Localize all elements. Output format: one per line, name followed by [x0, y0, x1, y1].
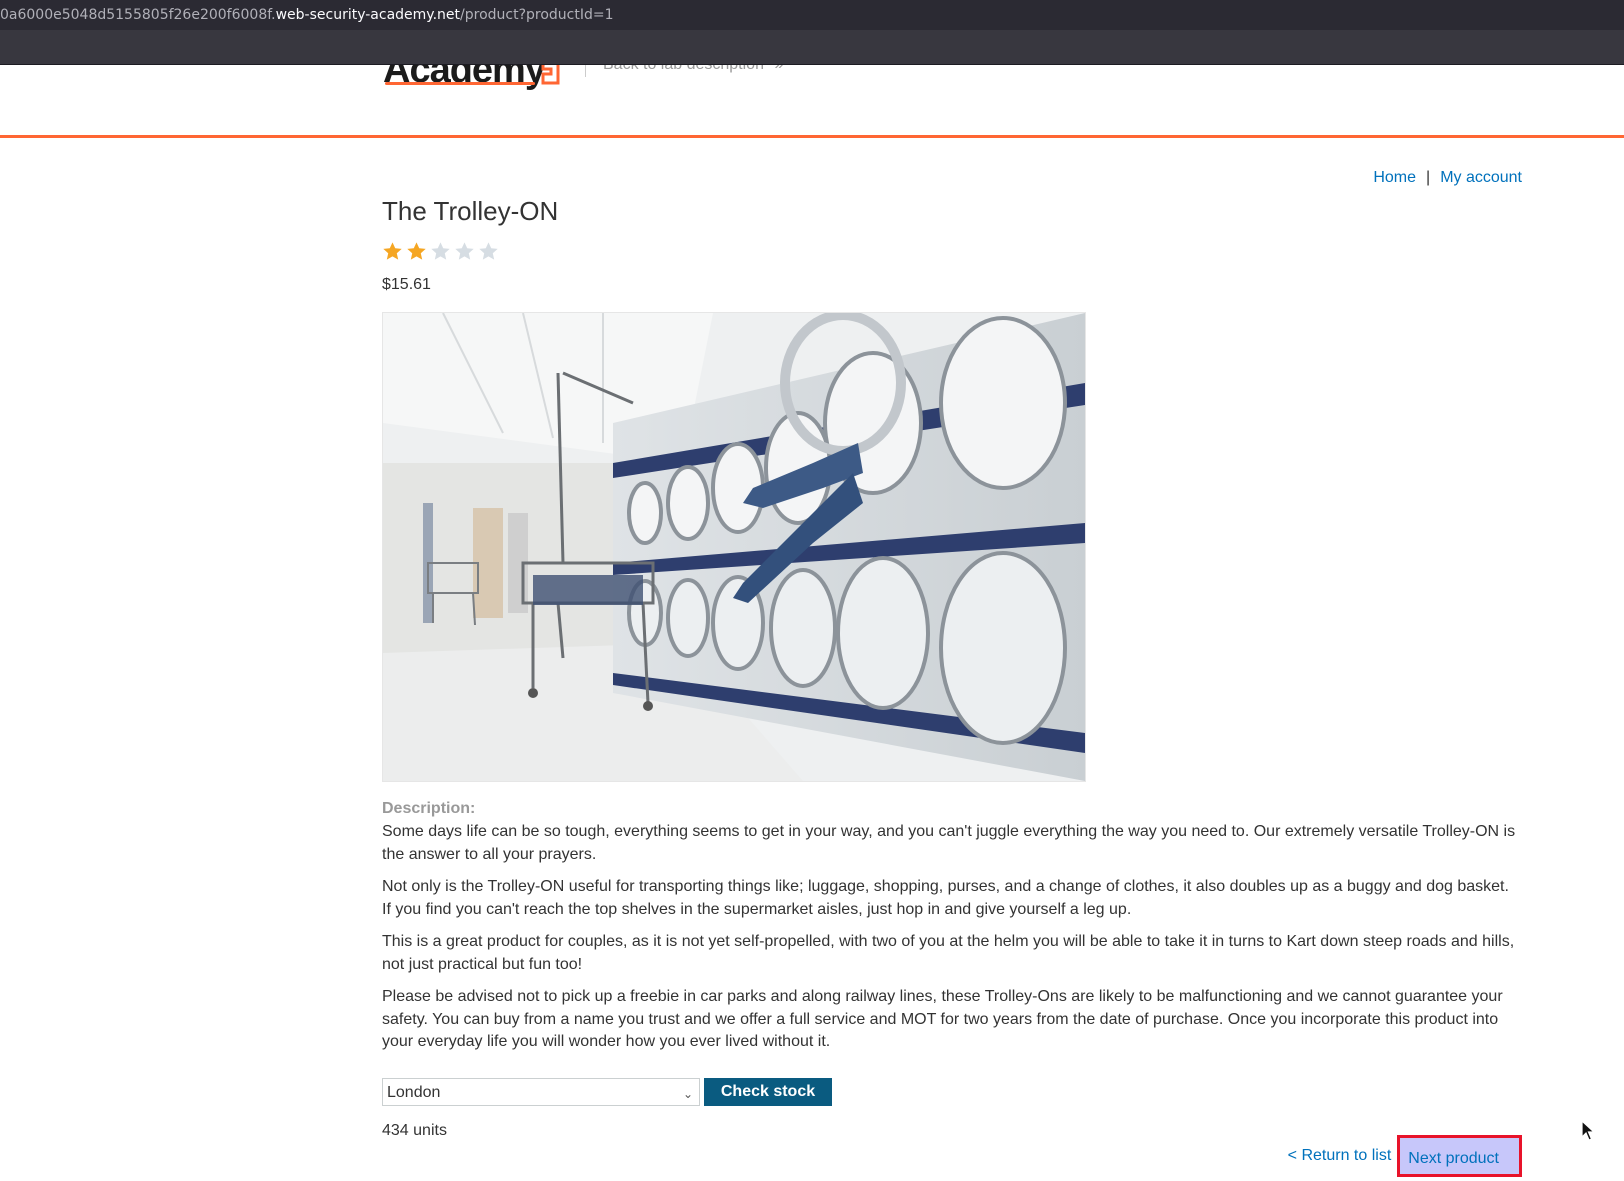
back-to-lab-link[interactable]: Back to lab description » — [603, 65, 783, 75]
browser-toolbar — [0, 30, 1624, 65]
check-stock-button[interactable]: Check stock — [704, 1078, 832, 1106]
back-link-label: Back to lab description — [603, 65, 764, 73]
return-to-list-link[interactable]: < Return to list — [1288, 1135, 1392, 1177]
url-path: /product?productId=1 — [460, 7, 614, 23]
description-paragraph: Not only is the Trolley-ON useful for tr… — [382, 878, 1509, 918]
store-select-value: London — [387, 1084, 441, 1101]
product-title: The Trolley-ON — [382, 196, 559, 226]
star-empty-icon — [479, 242, 498, 260]
star-empty-icon — [455, 242, 474, 260]
product-navigation: < Return to list Next product — [1288, 1135, 1522, 1177]
stock-result: 434 units — [382, 1122, 447, 1139]
product-image — [382, 312, 1086, 782]
store-select[interactable]: London ⌄ — [382, 1078, 700, 1106]
next-product-link[interactable]: Next product — [1397, 1135, 1522, 1177]
back-arrow-icon: » — [774, 65, 783, 73]
star-filled-icon — [407, 242, 426, 260]
header-divider — [585, 65, 586, 77]
description-paragraph: This is a great product for couples, as … — [382, 933, 1515, 973]
nav-separator: | — [1426, 169, 1431, 186]
academy-logo-icon — [541, 65, 560, 85]
description-label: Description: — [382, 800, 476, 817]
mouse-cursor-icon — [1581, 1120, 1595, 1141]
home-link[interactable]: Home — [1373, 169, 1416, 186]
lab-header: Academy Back to lab description » — [0, 65, 1624, 138]
product-rating — [382, 241, 502, 265]
product-description: Some days life can be so tough, everythi… — [382, 821, 1522, 1064]
description-paragraph: Please be advised not to pick up a freeb… — [382, 988, 1503, 1050]
url-host: web-security-academy.net — [275, 7, 461, 23]
top-nav: Home | My account — [1373, 169, 1522, 187]
browser-address-bar[interactable]: 0a6000e5048d5155805f26e200f6008f.web-sec… — [0, 0, 1624, 30]
chevron-down-icon: ⌄ — [682, 1087, 693, 1101]
star-empty-icon — [431, 242, 450, 260]
product-price: $15.61 — [382, 276, 431, 293]
academy-logo[interactable]: Academy — [383, 65, 546, 95]
url-prefix: 0a6000e5048d5155805f26e200f6008f. — [0, 7, 276, 23]
description-paragraph: Some days life can be so tough, everythi… — [382, 823, 1516, 863]
my-account-link[interactable]: My account — [1440, 169, 1522, 186]
logo-underline — [385, 82, 535, 85]
laundromat-image — [383, 313, 1085, 781]
stock-check-form: London ⌄ Check stock — [382, 1078, 832, 1108]
star-filled-icon — [383, 242, 402, 260]
